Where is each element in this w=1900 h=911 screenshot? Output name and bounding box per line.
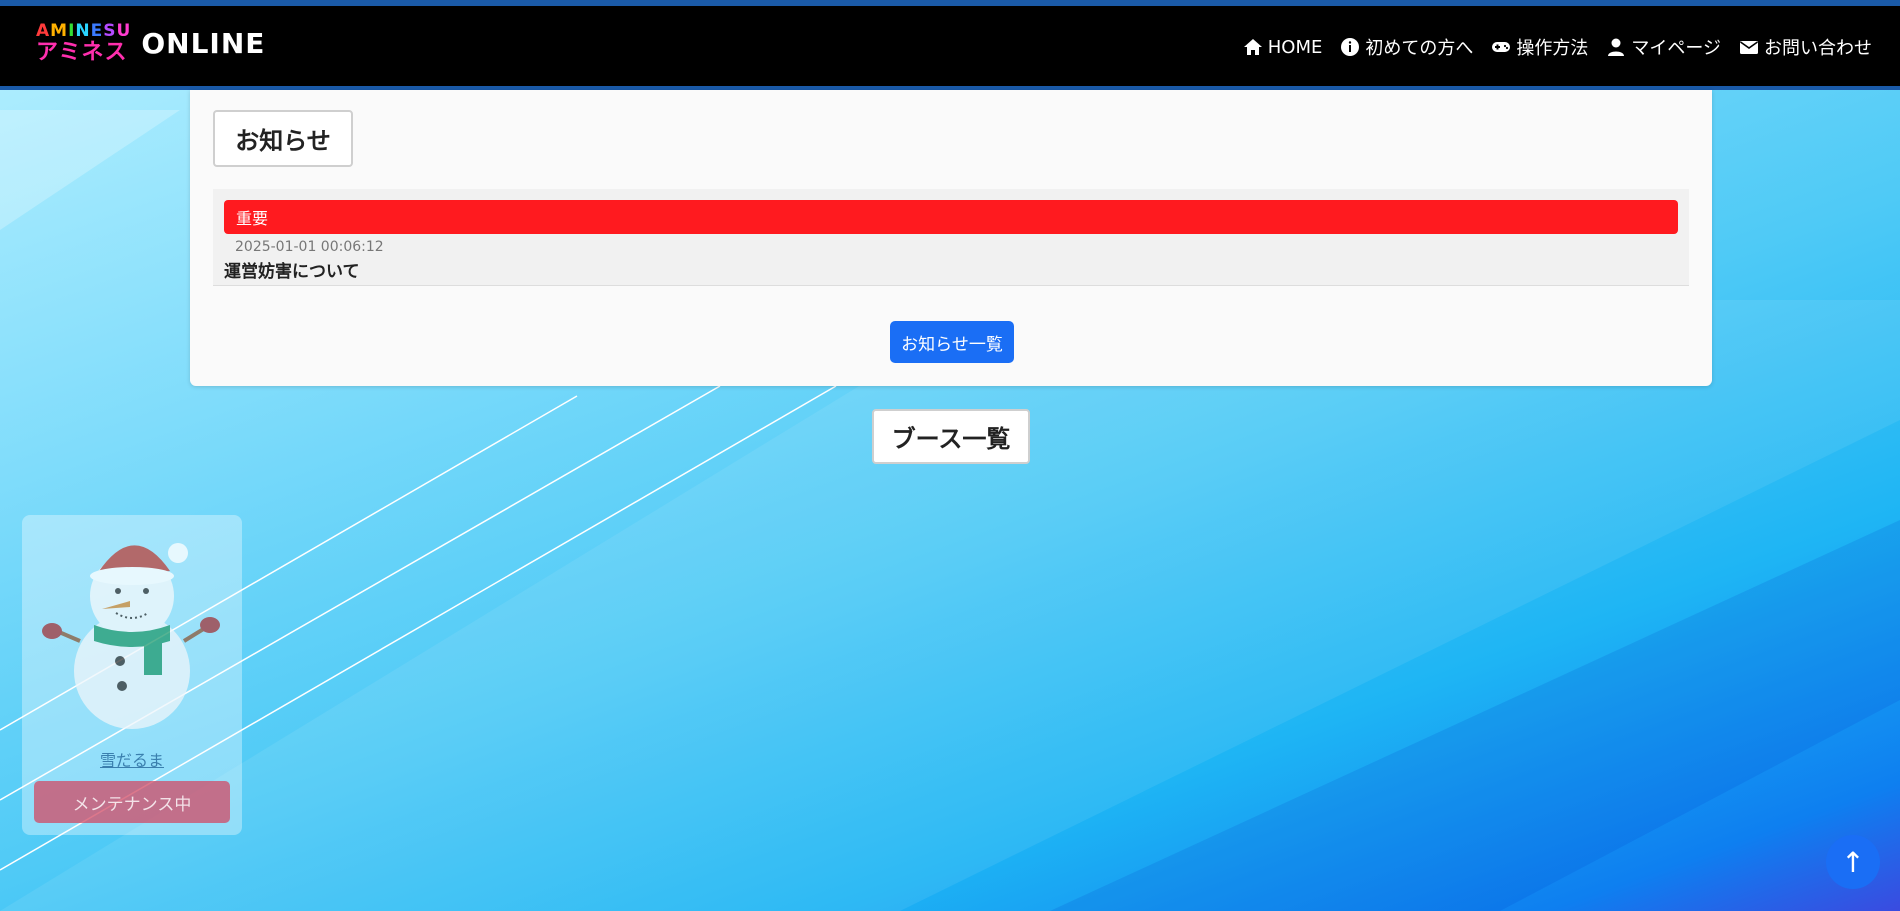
logo-en: AMINESU xyxy=(36,20,132,41)
nav-label: HOME xyxy=(1267,36,1323,58)
top-navbar: AMINESU アミネス ONLINE HOME 初めての方へ 操作方法 マイペ… xyxy=(0,0,1900,90)
important-badge: 重要 xyxy=(224,200,1678,234)
nav-first-time[interactable]: 初めての方へ xyxy=(1340,34,1473,60)
news-item[interactable]: 重要 2025-01-01 00:06:12 運営妨害について xyxy=(213,189,1689,286)
main-nav: HOME 初めての方へ 操作方法 マイページ お問い合わせ xyxy=(1243,34,1872,60)
arrow-up-icon: ↑ xyxy=(1841,845,1865,879)
booth-section-title: ブース一覧 xyxy=(872,409,1030,464)
logo-letter: M xyxy=(50,20,69,41)
nav-mypage[interactable]: マイページ xyxy=(1606,34,1721,60)
nav-label: マイページ xyxy=(1631,38,1721,59)
user-icon xyxy=(1608,38,1625,56)
nav-contact[interactable]: お問い合わせ xyxy=(1739,34,1872,60)
gamepad-icon xyxy=(1492,42,1511,52)
scroll-to-top-button[interactable]: ↑ xyxy=(1826,835,1880,889)
info-icon xyxy=(1341,38,1360,56)
logo-letter: A xyxy=(36,20,51,41)
nav-home[interactable]: HOME xyxy=(1243,34,1323,60)
news-section-title: お知らせ xyxy=(213,110,353,167)
nav-label: お問い合わせ xyxy=(1764,38,1872,59)
home-icon xyxy=(1243,39,1262,55)
snowman-image xyxy=(42,543,220,729)
logo-online: ONLINE xyxy=(141,26,266,60)
logo-letter: S xyxy=(103,20,117,41)
news-card: お知らせ 重要 2025-01-01 00:06:12 運営妨害について お知ら… xyxy=(190,90,1712,386)
site-logo[interactable]: AMINESU アミネス ONLINE xyxy=(36,20,265,66)
logo-jp: アミネス xyxy=(36,39,128,65)
news-text: 運営妨害について xyxy=(224,262,360,282)
booth-name-link[interactable]: 雪だるま xyxy=(22,747,242,771)
booth-status-button[interactable]: メンテナンス中 xyxy=(34,781,230,823)
news-date: 2025-01-01 00:06:12 xyxy=(235,239,384,255)
news-list-button[interactable]: お知らせ一覧 xyxy=(890,321,1014,363)
logo-letter: E xyxy=(90,20,104,41)
nav-label: 初めての方へ xyxy=(1365,38,1474,59)
nav-how-to[interactable]: 操作方法 xyxy=(1491,34,1588,60)
mail-icon xyxy=(1740,41,1758,54)
nav-label: 操作方法 xyxy=(1516,38,1589,59)
logo-letter: U xyxy=(116,20,132,41)
logo-letter: N xyxy=(75,20,91,41)
booth-card[interactable]: 雪だるま メンテナンス中 xyxy=(22,515,242,835)
